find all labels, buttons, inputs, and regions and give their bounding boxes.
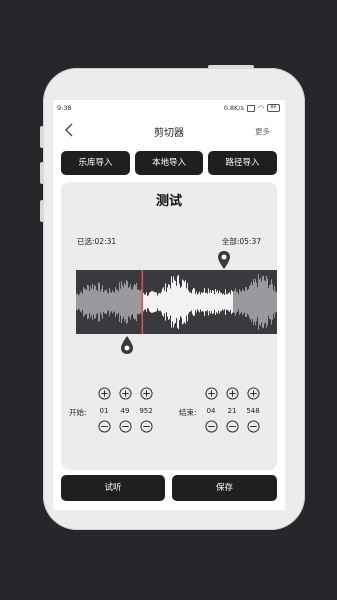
nav-bar: 剪切器 更多 [53,116,285,144]
start-marker-pin-icon[interactable] [120,335,134,355]
start-min-plus-icon[interactable] [98,387,111,400]
end-min-minus-icon[interactable] [205,420,218,433]
start-ms-value: 952 [139,407,153,415]
start-sec-value: 49 [120,407,130,415]
phone-top-button [208,65,254,69]
end-sec-plus-icon[interactable] [226,387,239,400]
app-screen: 9:38 0.8K/s ◠ 86 剪切器 更多 乐库导入 本地导入 路径导入 测… [53,100,285,510]
local-import-button[interactable]: 本地导入 [135,151,203,175]
end-sec-minus-icon[interactable] [226,420,239,433]
end-label: 结束: [179,408,197,417]
phone-side-button [40,200,44,222]
end-ms-value: 548 [246,407,260,415]
waveform-graphic [76,270,277,334]
selected-duration: 已选:02:31 [77,237,117,246]
end-ms-minus-icon[interactable] [247,420,260,433]
phone-side-button [40,126,44,148]
total-duration: 全部:05:37 [221,237,261,246]
song-title: 测试 [155,194,182,209]
editor-card: 测试 已选:02:31 全部:05:37 开始: 01 49 952 结束: 0… [61,182,277,470]
end-sec-value: 21 [227,407,237,415]
sim-icon [246,104,255,112]
page-title: 剪切器 [154,128,184,139]
status-icons: 0.8K/s ◠ 86 [224,104,280,112]
waveform[interactable] [76,270,277,334]
start-ms-minus-icon[interactable] [140,420,153,433]
save-button[interactable]: 保存 [172,475,277,501]
start-label: 开始: [69,408,87,417]
wifi-icon: ◠ [257,104,264,112]
import-buttons: 乐库导入 本地导入 路径导入 [61,151,277,175]
end-min-plus-icon[interactable] [205,387,218,400]
start-sec-plus-icon[interactable] [119,387,132,400]
preview-button[interactable]: 试听 [61,475,165,501]
end-min-value: 04 [206,407,216,415]
start-sec-minus-icon[interactable] [119,420,132,433]
status-time: 9:38 [57,104,72,112]
end-marker-pin-icon[interactable] [217,250,231,270]
start-min-minus-icon[interactable] [98,420,111,433]
start-ms-plus-icon[interactable] [140,387,153,400]
battery-icon: 86 [267,104,280,112]
more-button[interactable]: 更多 [255,126,270,137]
path-import-button[interactable]: 路径导入 [208,151,277,175]
end-ms-plus-icon[interactable] [247,387,260,400]
library-import-button[interactable]: 乐库导入 [61,151,130,175]
status-bar: 9:38 0.8K/s ◠ 86 [53,100,285,116]
start-min-value: 01 [99,407,109,415]
network-speed: 0.8K/s [223,104,244,112]
phone-side-button [40,162,44,184]
